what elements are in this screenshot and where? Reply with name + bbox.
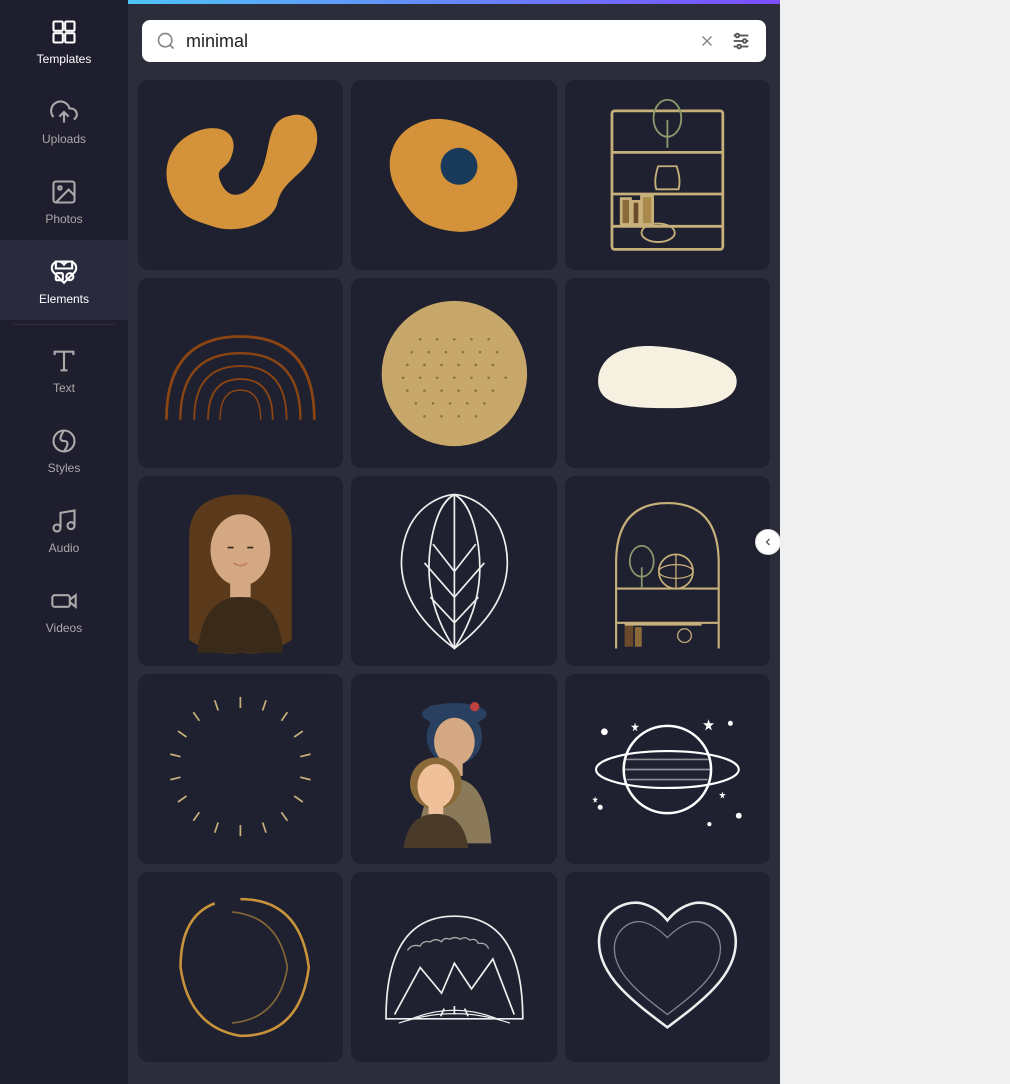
sidebar-item-templates[interactable]: Templates <box>0 0 128 80</box>
sidebar-item-audio[interactable]: Audio <box>0 489 128 569</box>
grid-item-1[interactable] <box>138 80 343 270</box>
grid-item-6[interactable] <box>565 278 770 468</box>
audio-icon <box>50 507 78 535</box>
grid-item-2[interactable] <box>351 80 556 270</box>
text-label: Text <box>53 381 75 395</box>
sidebar-divider-1 <box>13 324 115 325</box>
videos-icon <box>50 587 78 615</box>
clear-icon[interactable] <box>698 32 716 50</box>
grid-item-8[interactable] <box>351 476 556 666</box>
grid-item-11[interactable] <box>351 674 556 864</box>
search-input[interactable] <box>186 31 688 52</box>
videos-label: Videos <box>46 621 82 635</box>
search-bar-wrapper <box>128 4 780 74</box>
grid-item-9[interactable] <box>565 476 770 666</box>
filter-icon[interactable] <box>730 30 752 52</box>
collapse-panel-button[interactable] <box>755 529 780 555</box>
grid-item-13[interactable] <box>138 872 343 1062</box>
sidebar-item-text[interactable]: Text <box>0 329 128 409</box>
sidebar: Templates Uploads Photos Elements <box>0 0 128 1084</box>
grid-item-5[interactable] <box>351 278 556 468</box>
styles-label: Styles <box>48 461 81 475</box>
elements-grid <box>128 74 780 1084</box>
templates-icon <box>50 18 78 46</box>
elements-icon <box>50 258 78 286</box>
search-bar <box>142 20 766 62</box>
audio-label: Audio <box>49 541 80 555</box>
sidebar-item-styles[interactable]: Styles <box>0 409 128 489</box>
grid-item-4[interactable] <box>138 278 343 468</box>
grid-item-3[interactable] <box>565 80 770 270</box>
styles-icon <box>50 427 78 455</box>
grid-item-12[interactable] <box>565 674 770 864</box>
text-icon <box>50 347 78 375</box>
templates-label: Templates <box>37 52 92 66</box>
right-panel <box>780 0 1010 1084</box>
photos-icon <box>50 178 78 206</box>
sidebar-item-photos[interactable]: Photos <box>0 160 128 240</box>
search-icon <box>156 31 176 51</box>
sidebar-item-videos[interactable]: Videos <box>0 569 128 649</box>
sidebar-item-elements[interactable]: Elements <box>0 240 128 320</box>
uploads-icon <box>50 98 78 126</box>
uploads-label: Uploads <box>42 132 86 146</box>
grid-item-10[interactable] <box>138 674 343 864</box>
grid-item-7[interactable] <box>138 476 343 666</box>
grid-item-14[interactable] <box>351 872 556 1062</box>
grid-item-15[interactable] <box>565 872 770 1062</box>
photos-label: Photos <box>45 212 82 226</box>
sidebar-item-uploads[interactable]: Uploads <box>0 80 128 160</box>
elements-label: Elements <box>39 292 89 306</box>
main-panel <box>128 0 780 1084</box>
